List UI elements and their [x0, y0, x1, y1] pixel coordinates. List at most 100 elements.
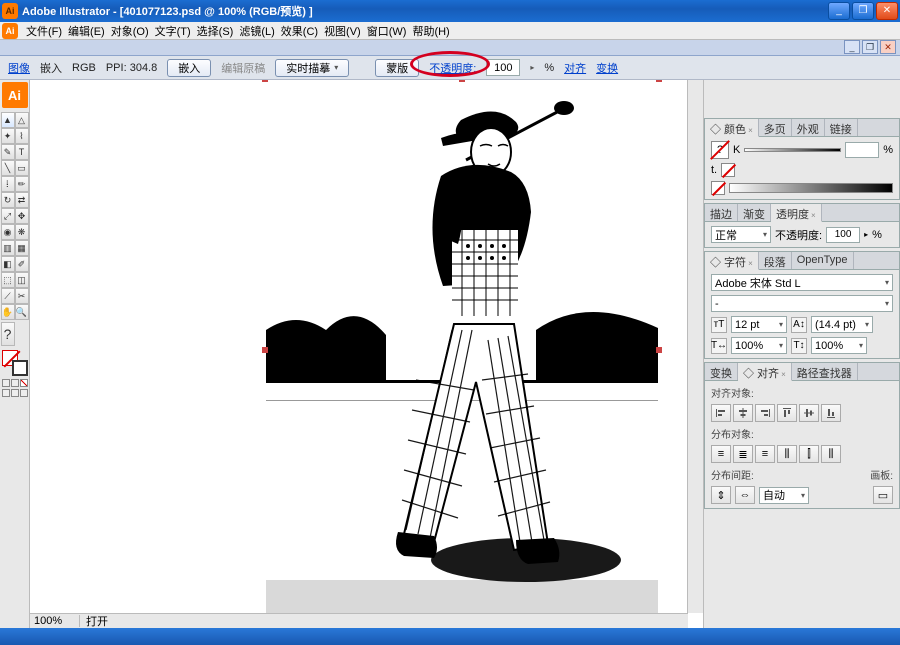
menu-help[interactable]: 帮助(H)	[410, 22, 451, 40]
menu-filter[interactable]: 滤镜(L)	[237, 22, 276, 40]
maximize-button[interactable]: ❐	[852, 2, 874, 20]
tab-character[interactable]: ◇ 字符×	[705, 252, 759, 270]
doc-close-button[interactable]: ✕	[880, 40, 896, 54]
transform-link[interactable]: 变换	[596, 60, 618, 76]
minimize-button[interactable]: _	[828, 2, 850, 20]
placed-image[interactable]	[266, 80, 658, 620]
tab-stroke[interactable]: 描边	[705, 204, 738, 221]
paintbrush-tool[interactable]: ⵂ	[1, 176, 15, 192]
menu-window[interactable]: 窗口(W)	[365, 22, 409, 40]
selection-tool[interactable]: ▲	[1, 112, 15, 128]
tab-appearance[interactable]: 外观	[792, 119, 825, 136]
opacity-stepper-icon[interactable]: ▸	[530, 63, 534, 72]
dist-vcenter-button[interactable]: ≣	[733, 445, 753, 463]
tab-paragraph[interactable]: 段落	[759, 252, 792, 269]
column-graph-tool[interactable]: ▥	[1, 240, 15, 256]
screen-mode-2[interactable]	[11, 389, 19, 397]
screen-mode-1[interactable]	[2, 389, 10, 397]
free-transform-tool[interactable]: ✥	[15, 208, 29, 224]
tab-transparency[interactable]: 透明度×	[771, 204, 822, 222]
warp-tool[interactable]: ◉	[1, 224, 15, 240]
opacity-stepper2[interactable]: ▸	[864, 230, 868, 239]
tab-links[interactable]: 链接	[825, 119, 858, 136]
align-to-artboard-button[interactable]: ▭	[873, 486, 893, 504]
tab-opentype[interactable]: OpenType	[792, 252, 854, 269]
mesh-tool[interactable]: ▦	[15, 240, 29, 256]
gradient-tool[interactable]: ◧	[1, 256, 15, 272]
font-family-select[interactable]: Adobe 宋体 Std L▾	[711, 274, 893, 291]
blend-mode-select[interactable]: 正常▾	[711, 226, 771, 243]
image-link[interactable]: 图像	[8, 60, 30, 76]
none-swatch-icon[interactable]	[721, 163, 735, 177]
scissors-tool[interactable]: ✂	[15, 288, 29, 304]
opacity-field[interactable]	[486, 59, 520, 76]
font-style-select[interactable]: -▾	[711, 295, 893, 312]
align-right-button[interactable]	[755, 404, 775, 422]
direct-selection-tool[interactable]: △	[15, 112, 29, 128]
tab-gradient[interactable]: 渐变	[738, 204, 771, 221]
dist-hcenter-button[interactable]: ⫿	[799, 445, 819, 463]
align-top-button[interactable]	[777, 404, 797, 422]
dist-hspace-button[interactable]: ⇔	[735, 486, 755, 504]
color-mode-icon[interactable]	[2, 379, 10, 387]
menu-view[interactable]: 视图(V)	[322, 22, 363, 40]
live-paint-tool[interactable]: ◫	[15, 272, 29, 288]
menu-edit[interactable]: 编辑(E)	[66, 22, 107, 40]
align-bottom-button[interactable]	[821, 404, 841, 422]
blend-tool[interactable]: ⬚	[1, 272, 15, 288]
mask-button[interactable]: 蒙版	[375, 59, 419, 77]
dist-right-button[interactable]: ⫼	[821, 445, 841, 463]
tab-color[interactable]: ◇ 颜色×	[705, 119, 759, 137]
doc-restore-button[interactable]: ❐	[862, 40, 878, 54]
align-link[interactable]: 对齐	[564, 60, 586, 76]
spacing-mode-select[interactable]: 自动▾	[759, 487, 809, 504]
tab-align[interactable]: ◇ 对齐×	[738, 363, 792, 381]
k-slider[interactable]	[744, 148, 841, 152]
live-trace-button[interactable]: 实时描摹	[275, 59, 349, 77]
menu-object[interactable]: 对象(O)	[109, 22, 151, 40]
k-value-field[interactable]	[845, 142, 879, 158]
vscale-select[interactable]: 100%▾	[811, 337, 867, 354]
zoom-tool[interactable]: 🔍	[15, 304, 29, 320]
tab-transform[interactable]: 变换	[705, 363, 738, 380]
align-hcenter-button[interactable]	[733, 404, 753, 422]
lasso-tool[interactable]: ⌇	[15, 128, 29, 144]
none-mode-icon[interactable]	[20, 379, 28, 387]
menu-select[interactable]: 选择(S)	[195, 22, 236, 40]
opacity-label[interactable]: 不透明度:	[429, 60, 476, 76]
unknown-tool[interactable]: ?	[1, 322, 15, 346]
doc-min-button[interactable]: _	[844, 40, 860, 54]
spectrum-none-icon[interactable]	[711, 181, 725, 195]
slice-tool[interactable]: ⟋	[1, 288, 15, 304]
rotate-tool[interactable]: ↻	[1, 192, 15, 208]
magic-wand-tool[interactable]: ✦	[1, 128, 15, 144]
dist-bottom-button[interactable]: ≡	[755, 445, 775, 463]
menu-type[interactable]: 文字(T)	[153, 22, 193, 40]
reflect-tool[interactable]: ⇄	[15, 192, 29, 208]
dist-vspace-button[interactable]: ⇕	[711, 486, 731, 504]
close-button[interactable]: ✕	[876, 2, 898, 20]
eyedropper-tool[interactable]: ✐	[15, 256, 29, 272]
hand-tool[interactable]: ✋	[1, 304, 15, 320]
pen-tool[interactable]: ✎	[1, 144, 15, 160]
grayscale-spectrum[interactable]	[729, 183, 893, 193]
opacity-field2[interactable]	[826, 227, 860, 243]
type-tool[interactable]: T	[15, 144, 29, 160]
embed-button[interactable]: 嵌入	[167, 59, 211, 77]
dist-left-button[interactable]: ⫼	[777, 445, 797, 463]
align-vcenter-button[interactable]	[799, 404, 819, 422]
symbol-sprayer-tool[interactable]: ❋	[15, 224, 29, 240]
fill-swatch-icon[interactable]: ?	[711, 141, 729, 159]
tab-pages[interactable]: 多页	[759, 119, 792, 136]
horizontal-scrollbar[interactable]	[140, 613, 688, 628]
hscale-select[interactable]: 100%▾	[731, 337, 787, 354]
tab-pathfinder[interactable]: 路径查找器	[792, 363, 858, 380]
zoom-level[interactable]: 100%	[30, 615, 80, 627]
dist-top-button[interactable]: ≡	[711, 445, 731, 463]
line-tool[interactable]: ╲	[1, 160, 15, 176]
pencil-tool[interactable]: ✏	[15, 176, 29, 192]
leading-select[interactable]: (14.4 pt)▾	[811, 316, 873, 333]
menu-effect[interactable]: 效果(C)	[279, 22, 320, 40]
menu-file[interactable]: 文件(F)	[24, 22, 64, 40]
align-left-button[interactable]	[711, 404, 731, 422]
